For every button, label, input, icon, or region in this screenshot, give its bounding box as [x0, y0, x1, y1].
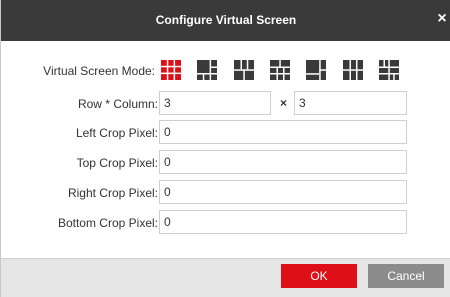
row-count-input[interactable]: 3 — [159, 91, 271, 115]
close-icon[interactable]: × — [435, 11, 449, 27]
left-crop-label: Left Crop Pixel: — [75, 126, 158, 140]
right-crop-label: Right Crop Pixel: — [67, 186, 158, 200]
row-column-label: Row * Column: — [77, 97, 158, 111]
cancel-button[interactable]: Cancel — [368, 264, 444, 288]
bottom-crop-label: Bottom Crop Pixel: — [57, 216, 158, 230]
bottom-crop-row: Bottom Crop Pixel: 0 — [1, 210, 450, 234]
configure-virtual-screen-dialog: Configure Virtual Screen × Virtual Scree… — [0, 0, 450, 297]
ok-button[interactable]: OK — [281, 264, 357, 288]
layout-mode-5-icon[interactable] — [306, 60, 326, 80]
layout-mode-7-icon[interactable] — [379, 60, 399, 80]
left-crop-input[interactable]: 0 — [159, 120, 407, 144]
layout-mode-2-icon[interactable] — [197, 60, 217, 80]
grid-3x3-mode-icon[interactable] — [161, 60, 181, 80]
layout-mode-3-icon[interactable] — [234, 60, 254, 80]
bottom-crop-input[interactable]: 0 — [159, 210, 407, 234]
top-crop-input[interactable]: 0 — [159, 150, 407, 174]
dialog-title: Configure Virtual Screen — [155, 13, 297, 27]
top-crop-label: Top Crop Pixel: — [76, 156, 158, 170]
row-column-row: Row * Column: 3 3 — [1, 91, 450, 115]
times-symbol: × — [280, 96, 288, 110]
layout-mode-6-icon[interactable] — [343, 60, 363, 80]
layout-mode-4-icon[interactable] — [270, 60, 290, 80]
right-crop-row: Right Crop Pixel: 0 — [1, 180, 450, 204]
top-crop-row: Top Crop Pixel: 0 — [1, 150, 450, 174]
left-crop-row: Left Crop Pixel: 0 — [1, 120, 450, 144]
right-crop-input[interactable]: 0 — [159, 180, 407, 204]
dialog-title-bar: Configure Virtual Screen × — [1, 0, 450, 41]
column-count-input[interactable]: 3 — [294, 91, 407, 115]
mode-label: Virtual Screen Mode: — [43, 64, 155, 78]
